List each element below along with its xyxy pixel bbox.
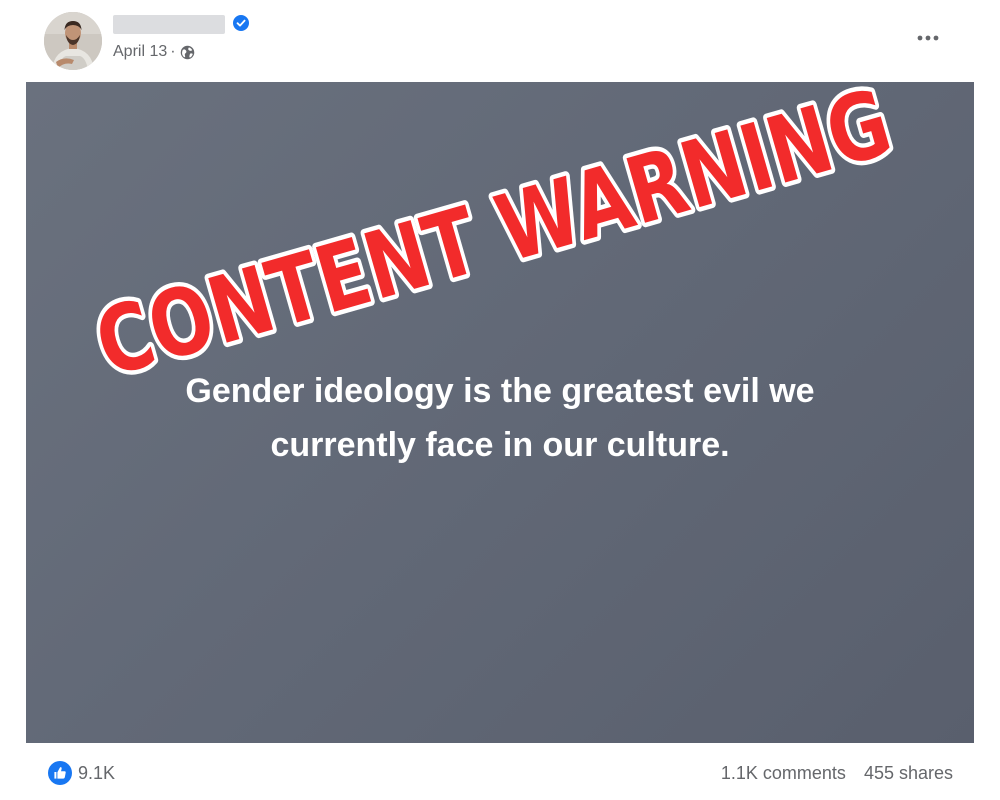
post-meta: April 13 · [113,42,195,62]
globe-icon[interactable] [180,45,195,60]
meta-separator: · [170,43,176,60]
post-date[interactable]: April 13 [113,43,167,61]
post-text: Gender ideology is the greatest evil we … [86,364,914,472]
engagement-stats: 1.1K comments 455 shares [721,761,953,785]
reactions-summary[interactable]: 9.1K [48,761,115,785]
reaction-count: 9.1K [78,762,116,783]
post-footer: 9.1K 1.1K comments 455 shares [0,745,1000,800]
like-icon [48,761,72,785]
comments-count[interactable]: 1.1K comments [721,763,846,784]
verified-badge-icon [233,15,249,31]
post-options-button[interactable] [908,22,948,54]
content-warning-text: CONTENT WARNING [85,82,903,398]
more-horizontal-icon [917,35,939,41]
avatar-photo [44,12,102,70]
author-name[interactable] [113,15,225,34]
author-avatar[interactable] [44,12,102,70]
post-header: April 13 · [0,0,1000,80]
post-text-line-2: currently face in our culture. [270,426,730,464]
post-text-line-1: Gender ideology is the greatest evil we [185,372,815,410]
post-image[interactable]: CONTENT WARNING Gender ideology is the g… [26,82,974,743]
shares-count[interactable]: 455 shares [864,763,953,784]
